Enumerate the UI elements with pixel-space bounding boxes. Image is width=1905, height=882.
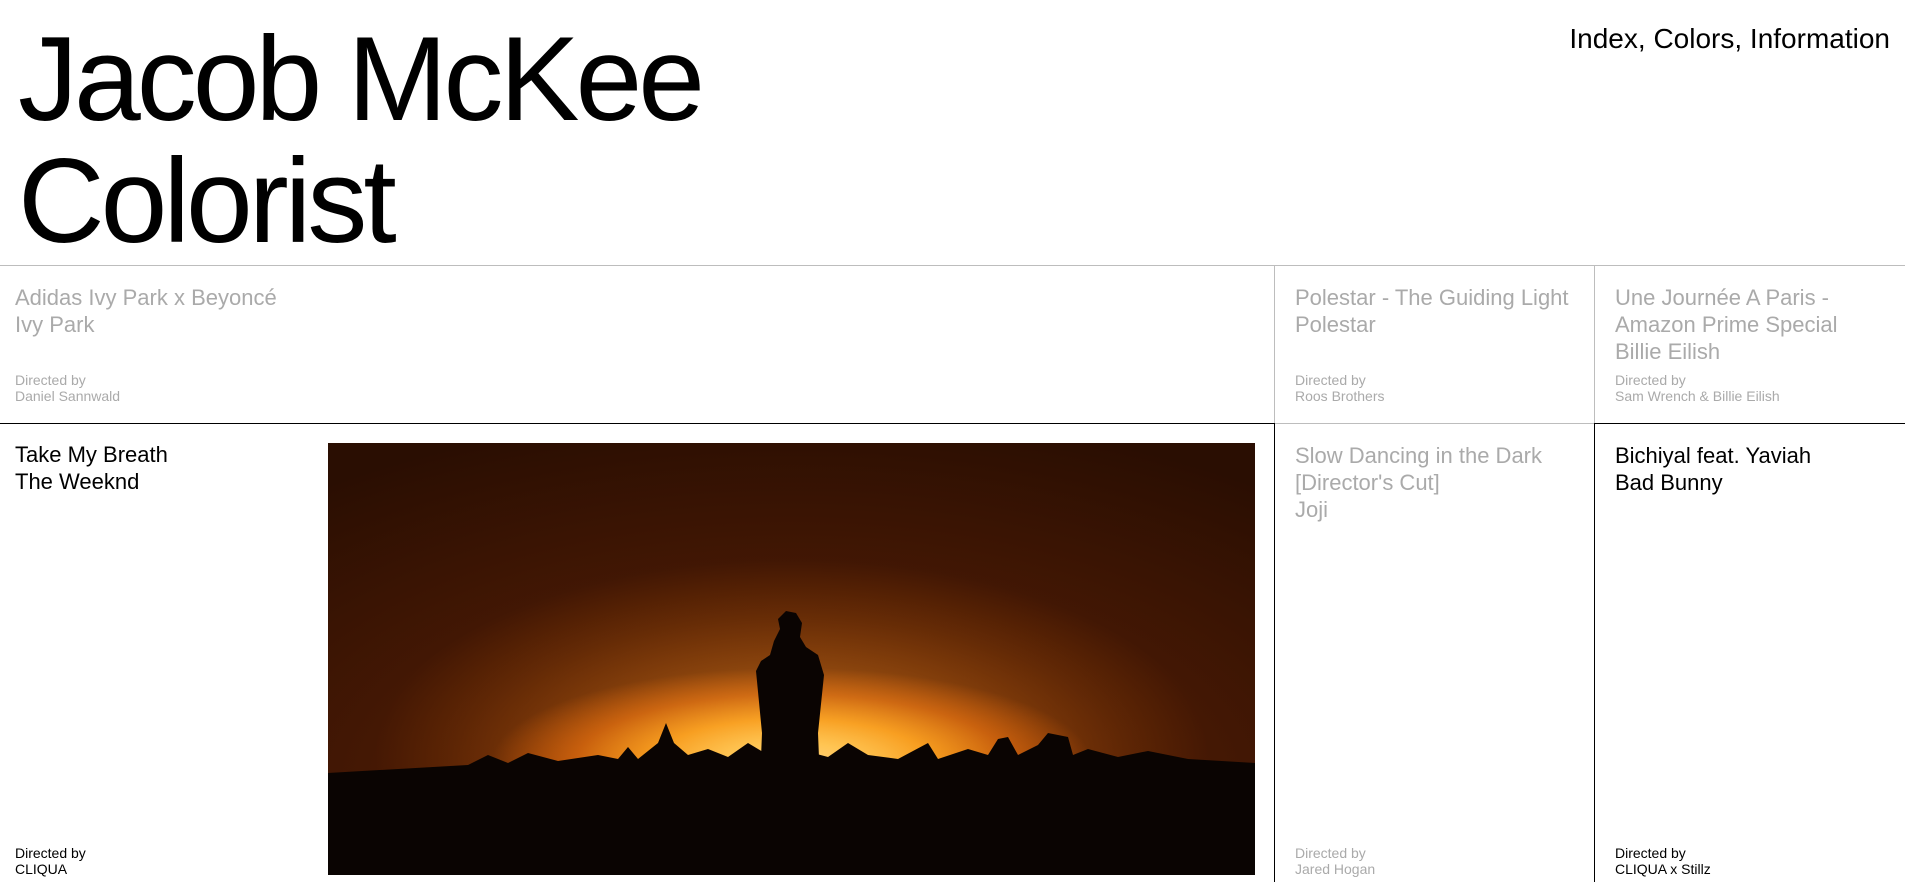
- project-credits: Directed by CLIQUA: [15, 845, 86, 877]
- project-credits: Directed by CLIQUA x Stillz: [1615, 845, 1711, 877]
- project-name: Bichiyal feat. Yaviah: [1615, 443, 1812, 468]
- site-header: Jacob McKee Colorist Index, Colors, Info…: [0, 0, 1905, 265]
- project-thumbnail-sunset-silhouette[interactable]: [328, 443, 1255, 875]
- directed-by-label: Directed by: [15, 845, 86, 861]
- project-card-bichiyal[interactable]: Bichiyal feat. Yaviah Bad Bunny Directed…: [1600, 424, 1905, 882]
- nav-link-index[interactable]: Index: [1569, 23, 1638, 54]
- project-name-line-2: [Director's Cut]: [1295, 470, 1440, 495]
- directed-by-label: Directed by: [1295, 372, 1366, 388]
- directed-by-label: Directed by: [1295, 845, 1366, 861]
- project-card-polestar[interactable]: Polestar - The Guiding Light Polestar Di…: [1280, 266, 1594, 423]
- divider-col-2-top: [1594, 265, 1595, 423]
- project-card-take-my-breath[interactable]: Take My Breath The Weeknd Directed by CL…: [0, 265, 1274, 882]
- project-name-line-1: Une Journée A Paris -: [1615, 285, 1830, 310]
- divider-col-1-bottom: [1274, 423, 1275, 882]
- site-title-role[interactable]: Colorist: [18, 140, 701, 262]
- project-title: Une Journée A Paris - Amazon Prime Speci…: [1615, 284, 1838, 365]
- project-name-line-2: Amazon Prime Special: [1615, 312, 1838, 337]
- project-title: Take My Breath The Weeknd: [15, 441, 168, 495]
- nav-separator: ,: [1734, 23, 1750, 54]
- project-grid: Adidas Ivy Park x Beyoncé Ivy Park Direc…: [0, 265, 1905, 882]
- nav-link-colors[interactable]: Colors: [1653, 23, 1734, 54]
- project-artist: Polestar: [1295, 312, 1376, 337]
- project-name: Polestar - The Guiding Light: [1295, 285, 1569, 310]
- project-director: CLIQUA: [15, 861, 68, 877]
- directed-by-label: Directed by: [1615, 845, 1686, 861]
- nav-separator: ,: [1637, 23, 1654, 54]
- project-artist: The Weeknd: [15, 469, 140, 494]
- project-card-une-journee-a-paris[interactable]: Une Journée A Paris - Amazon Prime Speci…: [1600, 266, 1905, 423]
- project-title: Slow Dancing in the Dark [Director's Cut…: [1295, 442, 1542, 523]
- project-name: Take My Breath: [15, 442, 168, 467]
- project-director: Roos Brothers: [1295, 388, 1385, 404]
- project-title: Polestar - The Guiding Light Polestar: [1295, 284, 1569, 338]
- divider-col-2-bottom: [1594, 423, 1595, 882]
- project-title: Bichiyal feat. Yaviah Bad Bunny: [1615, 442, 1811, 496]
- project-credits: Directed by Sam Wrench & Billie Eilish: [1615, 372, 1780, 404]
- project-director: Sam Wrench & Billie Eilish: [1615, 388, 1780, 404]
- sunset-silhouette-image: [328, 443, 1255, 875]
- project-artist: Joji: [1295, 497, 1329, 522]
- site-title[interactable]: Jacob McKee Colorist: [18, 18, 705, 262]
- divider-col-1-top: [1274, 265, 1275, 423]
- project-director: Jared Hogan: [1295, 861, 1376, 877]
- project-name-line-1: Slow Dancing in the Dark: [1295, 443, 1543, 468]
- main-nav: Index, Colors, Information: [1569, 22, 1890, 56]
- project-credits: Directed by Roos Brothers: [1295, 372, 1384, 404]
- project-credits: Directed by Jared Hogan: [1295, 845, 1375, 877]
- project-artist: Billie Eilish: [1615, 339, 1721, 364]
- project-card-slow-dancing-in-the-dark[interactable]: Slow Dancing in the Dark [Director's Cut…: [1280, 424, 1594, 882]
- directed-by-label: Directed by: [1615, 372, 1686, 388]
- project-director: CLIQUA x Stillz: [1615, 861, 1711, 877]
- project-artist: Bad Bunny: [1615, 470, 1723, 495]
- site-title-name[interactable]: Jacob McKee: [18, 18, 705, 140]
- nav-link-information[interactable]: Information: [1750, 23, 1890, 54]
